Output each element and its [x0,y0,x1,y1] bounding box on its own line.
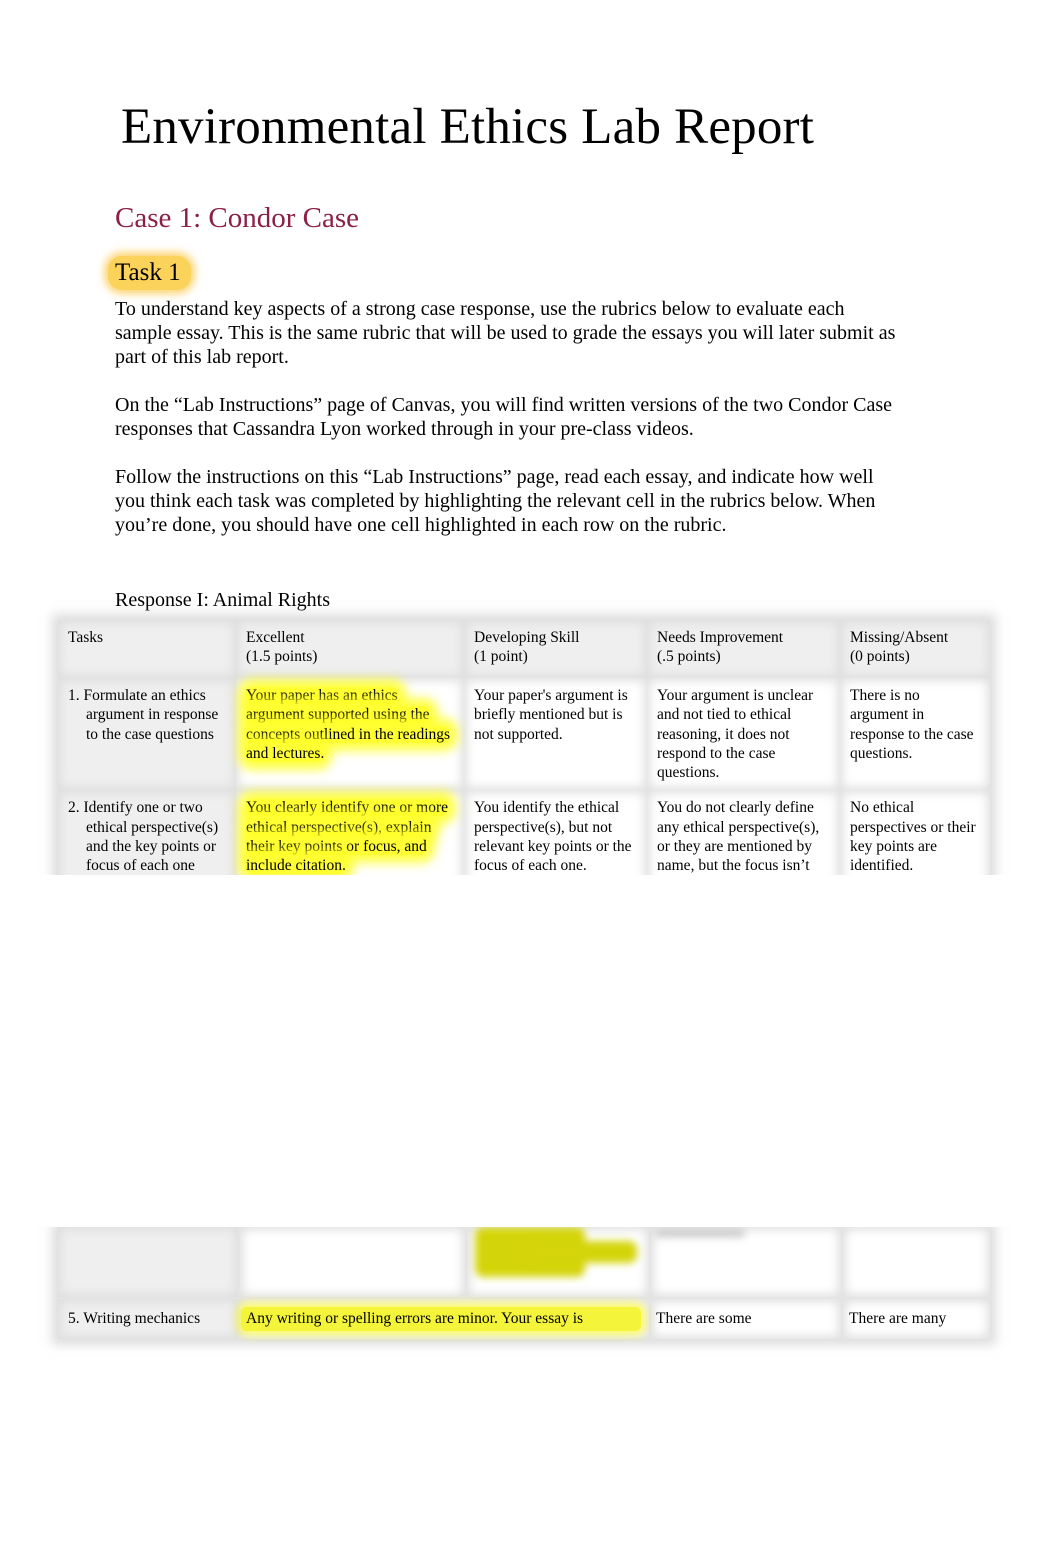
developing-cell[interactable]: Your paper's argument is briefly mention… [464,678,647,791]
header-label: Excellent [246,629,305,646]
needs-improvement-cell[interactable]: Your argument is unclear and not tied to… [647,678,840,791]
highlighted-text: You clearly identify one or more ethical… [246,799,449,875]
header-developing: Developing Skill (1 point) [464,620,647,678]
case-heading: Case 1: Condor Case [115,202,360,234]
header-points: (0 points) [850,648,910,666]
rubric-header-row: Tasks Excellent (1.5 points) Developing … [58,620,990,678]
header-needs-improvement: Needs Improvement (.5 points) [647,620,840,678]
highlighted-text: Your paper has an ethics argument suppor… [246,687,451,762]
excellent-cell[interactable]: Your paper has an ethics argument suppor… [236,678,464,791]
needs-improvement-cell[interactable] [651,1227,841,1297]
missing-cell[interactable]: There is no argument in response to the … [840,678,990,791]
rubric-row: 1. Formulate an ethics argument in respo… [58,678,990,791]
developing-cell[interactable] [467,1227,649,1297]
task-text: 1. Formulate an ethics argument in respo… [68,687,219,743]
rubric-table: Tasks Excellent (1.5 points) Developing … [58,620,990,907]
header-label: Developing Skill [474,629,580,646]
header-label: Missing/Absent [850,629,949,646]
header-tasks: Tasks [58,620,236,678]
missing-text: There are many [849,1310,947,1327]
needs-improvement-text: There are some [656,1310,752,1327]
header-label: Tasks [68,629,104,646]
task-text: 5. Writing mechanics [68,1310,201,1327]
intro-paragraph: To understand key aspects of a strong ca… [115,298,896,368]
rubric-table-lower-fragment: 5. Writing mechanics Any writing or spel… [58,1227,990,1339]
excellent-cell[interactable] [240,1227,465,1297]
highlighted-text: Any writing or spelling errors are minor… [246,1310,584,1327]
header-points: (1.5 points) [246,648,318,666]
task-heading: Task 1 [108,256,191,290]
task-cell: 1. Formulate an ethics argument in respo… [58,678,236,791]
header-missing: Missing/Absent (0 points) [840,620,990,678]
page-cut-gap [0,875,1062,1227]
highlight-smudge [527,1241,637,1263]
intro-text: To understand key aspects of a strong ca… [115,297,905,561]
task-cell [58,1227,238,1297]
intro-paragraph: On the “Lab Instructions” page of Canvas… [115,394,893,440]
task-text: 2. Identify one or two ethical perspecti… [68,799,219,875]
response-label: Response I: Animal Rights [115,589,330,611]
missing-cell[interactable] [843,1227,990,1297]
header-label: Needs Improvement [657,629,784,646]
text-smudge [655,1229,745,1237]
header-excellent: Excellent (1.5 points) [236,620,464,678]
header-points: (.5 points) [657,648,721,666]
document-title: Environmental Ethics Lab Report [121,99,815,155]
intro-paragraph: Follow the instructions on this “Lab Ins… [115,466,876,536]
header-points: (1 point) [474,648,528,666]
